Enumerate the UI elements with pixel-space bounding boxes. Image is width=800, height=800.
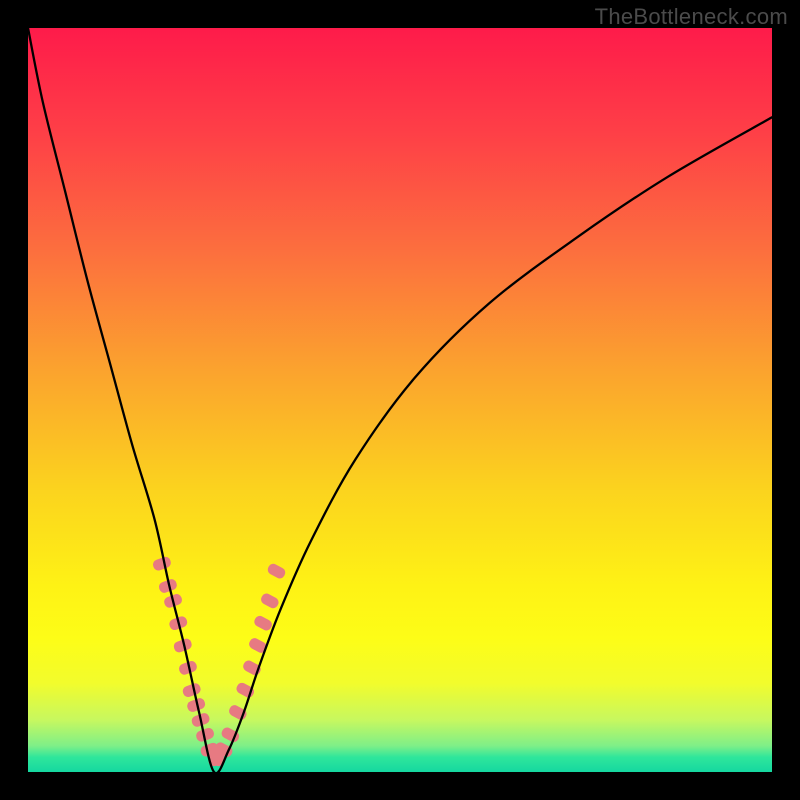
plot-area xyxy=(28,28,772,772)
watermark-text: TheBottleneck.com xyxy=(595,4,788,30)
marker-group xyxy=(152,555,287,766)
curve-marker xyxy=(259,592,280,610)
bottleneck-curve xyxy=(28,28,772,773)
curve-marker xyxy=(152,555,173,571)
chart-frame: TheBottleneck.com xyxy=(0,0,800,800)
curve-marker xyxy=(266,562,287,580)
curve-layer xyxy=(28,28,772,772)
curve-marker xyxy=(253,614,274,632)
